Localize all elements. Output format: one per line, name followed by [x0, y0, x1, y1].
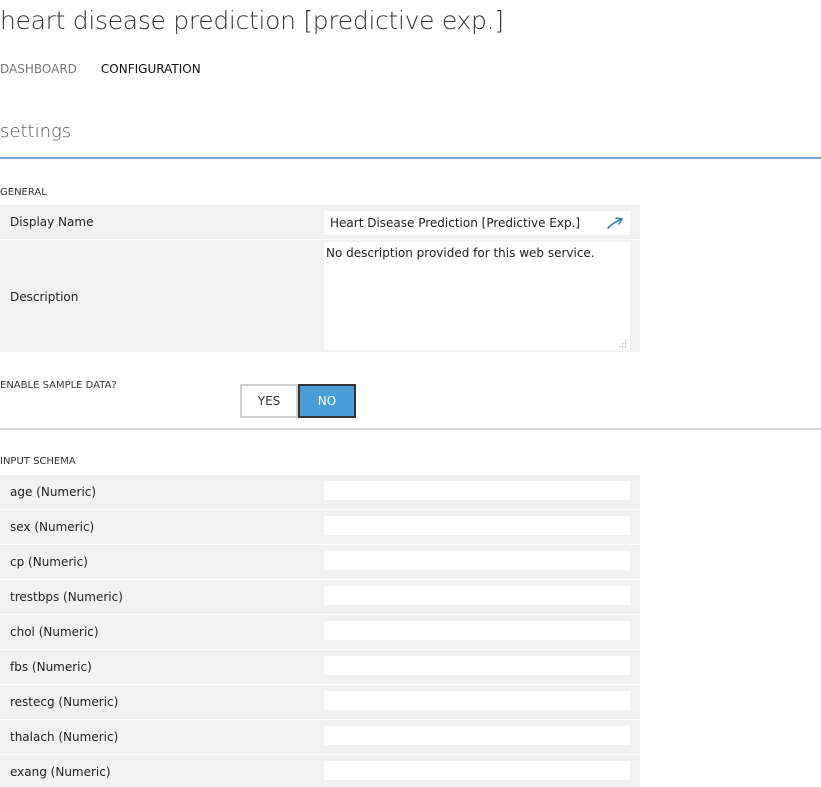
trestbps-input[interactable]: [324, 586, 630, 605]
sample-data-no-button[interactable]: NO: [298, 384, 356, 418]
general-group-label: GENERAL: [0, 187, 47, 198]
schema-field-label: age (Numeric): [10, 485, 97, 499]
resize-grip-icon[interactable]: [618, 339, 627, 348]
display-name-row: Display Name: [0, 205, 640, 239]
exang-input[interactable]: [324, 761, 630, 780]
schema-field-label: thalach (Numeric): [10, 730, 119, 744]
restecg-input[interactable]: [324, 691, 630, 710]
tab-dashboard[interactable]: DASHBOARD: [0, 62, 77, 76]
description-label: Description: [10, 290, 79, 304]
schema-row-thalach: thalach (Numeric): [0, 720, 640, 754]
chol-input[interactable]: [324, 621, 630, 640]
schema-row-age: age (Numeric): [0, 475, 640, 509]
schema-row-trestbps: trestbps (Numeric): [0, 580, 640, 614]
tab-configuration[interactable]: CONFIGURATION: [101, 62, 201, 76]
description-textarea[interactable]: No description provided for this web ser…: [324, 242, 630, 350]
schema-row-sex: sex (Numeric): [0, 510, 640, 544]
display-name-label: Display Name: [10, 215, 94, 229]
thalach-input[interactable]: [324, 726, 630, 745]
schema-field-label: cp (Numeric): [10, 555, 88, 569]
schema-field-label: trestbps (Numeric): [10, 590, 123, 604]
sample-data-toggle: YES NO: [240, 384, 356, 418]
schema-field-label: sex (Numeric): [10, 520, 95, 534]
age-input[interactable]: [324, 481, 630, 500]
cp-input[interactable]: [324, 551, 630, 570]
display-name-input[interactable]: [324, 211, 630, 235]
pen-edit-icon[interactable]: [606, 215, 624, 231]
sample-data-label: ENABLE SAMPLE DATA?: [0, 380, 117, 391]
schema-row-exang: exang (Numeric): [0, 755, 640, 787]
schema-row-fbs: fbs (Numeric): [0, 650, 640, 684]
fbs-input[interactable]: [324, 656, 630, 675]
input-schema-label: INPUT SCHEMA: [0, 456, 76, 467]
schema-row-restecg: restecg (Numeric): [0, 685, 640, 719]
sample-data-yes-button[interactable]: YES: [240, 384, 298, 418]
description-row: Description No description provided for …: [0, 240, 640, 352]
sex-input[interactable]: [324, 516, 630, 535]
schema-row-cp: cp (Numeric): [0, 545, 640, 579]
schema-field-label: restecg (Numeric): [10, 695, 119, 709]
schema-field-label: chol (Numeric): [10, 625, 99, 639]
tab-bar: DASHBOARD CONFIGURATION: [0, 62, 201, 76]
section-title: settings: [0, 121, 72, 142]
schema-row-chol: chol (Numeric): [0, 615, 640, 649]
schema-field-label: exang (Numeric): [10, 765, 111, 779]
page-title: heart disease prediction [predictive exp…: [0, 6, 504, 35]
section-divider: [0, 157, 821, 159]
section-divider-gray: [0, 428, 821, 430]
schema-field-label: fbs (Numeric): [10, 660, 92, 674]
